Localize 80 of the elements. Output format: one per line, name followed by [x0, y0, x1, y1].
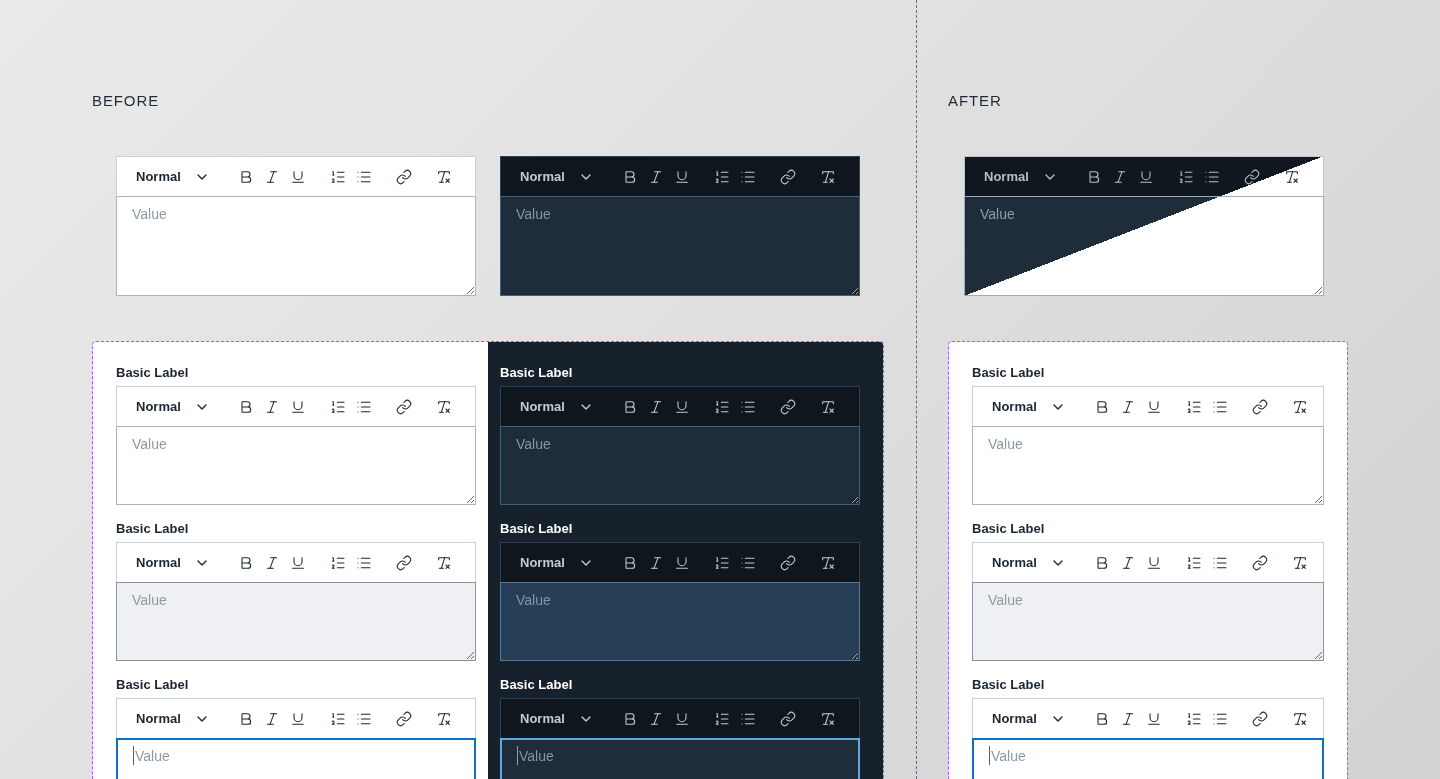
- link-icon[interactable]: [395, 168, 412, 185]
- underline-icon[interactable]: [1137, 168, 1154, 185]
- link-icon[interactable]: [1243, 168, 1260, 185]
- link-icon[interactable]: [779, 710, 796, 727]
- numbered-list-icon[interactable]: [1185, 398, 1202, 415]
- underline-icon[interactable]: [1145, 554, 1162, 571]
- field-label: Basic Label: [500, 521, 573, 537]
- link-icon[interactable]: [779, 398, 796, 415]
- text-area[interactable]: Value: [116, 426, 476, 505]
- link-icon[interactable]: [779, 168, 796, 185]
- numbered-list-icon[interactable]: [1185, 710, 1202, 727]
- underline-icon[interactable]: [673, 710, 690, 727]
- text-cursor: [133, 746, 134, 765]
- link-icon[interactable]: [1251, 554, 1268, 571]
- format-dropdown[interactable]: Normal: [992, 398, 1066, 415]
- numbered-list-icon[interactable]: [329, 554, 346, 571]
- underline-icon[interactable]: [673, 554, 690, 571]
- clear-formatting-icon[interactable]: [1291, 398, 1308, 415]
- format-dropdown[interactable]: Normal: [992, 710, 1066, 727]
- clear-formatting-icon[interactable]: [435, 398, 452, 415]
- section-title: AFTER: [948, 92, 1002, 110]
- text-area[interactable]: Value: [972, 426, 1324, 505]
- numbered-list-icon[interactable]: [1185, 554, 1202, 571]
- format-dropdown[interactable]: Normal: [136, 398, 210, 415]
- clear-formatting-icon[interactable]: [819, 398, 836, 415]
- field-label: Basic Label: [500, 365, 573, 381]
- numbered-list-icon[interactable]: [713, 554, 730, 571]
- underline-icon[interactable]: [289, 168, 306, 185]
- field-label: Basic Label: [500, 677, 573, 693]
- numbered-list-icon[interactable]: [713, 398, 730, 415]
- format-dropdown[interactable]: Normal: [520, 398, 594, 415]
- format-dropdown[interactable]: Normal: [520, 710, 594, 727]
- text-area[interactable]: Value: [972, 738, 1324, 779]
- clear-formatting-icon[interactable]: [819, 168, 836, 185]
- link-icon[interactable]: [395, 398, 412, 415]
- text-cursor: [517, 746, 518, 765]
- numbered-list-icon[interactable]: [713, 168, 730, 185]
- field-label: Basic Label: [116, 521, 189, 537]
- underline-icon[interactable]: [673, 398, 690, 415]
- format-dropdown[interactable]: Normal: [520, 168, 594, 185]
- underline-icon[interactable]: [1145, 398, 1162, 415]
- field-label: Basic Label: [116, 365, 189, 381]
- format-dropdown[interactable]: Normal: [136, 710, 210, 727]
- section-title: BEFORE: [92, 92, 160, 110]
- numbered-list-icon[interactable]: [1177, 168, 1194, 185]
- link-icon[interactable]: [1251, 398, 1268, 415]
- field-label: Basic Label: [116, 677, 189, 693]
- text-cursor: [989, 746, 990, 765]
- text-area[interactable]: Value: [116, 196, 476, 296]
- link-icon[interactable]: [395, 710, 412, 727]
- clear-formatting-icon[interactable]: [1291, 710, 1308, 727]
- clear-formatting-icon[interactable]: [435, 168, 452, 185]
- underline-icon[interactable]: [1145, 710, 1162, 727]
- link-icon[interactable]: [395, 554, 412, 571]
- clear-formatting-icon[interactable]: [435, 710, 452, 727]
- numbered-list-icon[interactable]: [329, 168, 346, 185]
- field-label: Basic Label: [972, 677, 1045, 693]
- text-area[interactable]: Value: [964, 196, 1324, 296]
- text-area[interactable]: Value: [500, 738, 860, 779]
- link-icon[interactable]: [779, 554, 796, 571]
- field-label: Basic Label: [972, 365, 1045, 381]
- underline-icon[interactable]: [289, 398, 306, 415]
- numbered-list-icon[interactable]: [329, 710, 346, 727]
- clear-formatting-icon[interactable]: [819, 710, 836, 727]
- format-dropdown[interactable]: Normal: [984, 168, 1058, 185]
- clear-formatting-icon[interactable]: [819, 554, 836, 571]
- format-dropdown[interactable]: Normal: [136, 168, 210, 185]
- numbered-list-icon[interactable]: [713, 710, 730, 727]
- underline-icon[interactable]: [289, 710, 306, 727]
- underline-icon[interactable]: [289, 554, 306, 571]
- text-area[interactable]: Value: [116, 738, 476, 779]
- numbered-list-icon[interactable]: [329, 398, 346, 415]
- clear-formatting-icon[interactable]: [435, 554, 452, 571]
- underline-icon[interactable]: [673, 168, 690, 185]
- text-area[interactable]: Value: [500, 426, 860, 505]
- clear-formatting-icon[interactable]: [1283, 168, 1300, 185]
- text-area[interactable]: Value: [500, 196, 860, 296]
- field-label: Basic Label: [972, 521, 1045, 537]
- clear-formatting-icon[interactable]: [1291, 554, 1308, 571]
- link-icon[interactable]: [1251, 710, 1268, 727]
